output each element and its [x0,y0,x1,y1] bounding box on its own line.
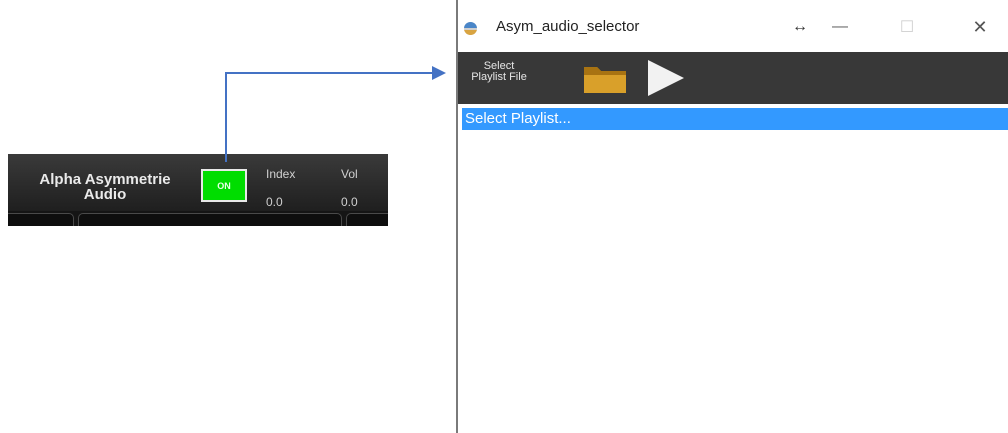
app-window: Asym_audio_selector ↔ — ☐ ✕ Select Playl… [456,0,1008,433]
resize-arrows-icon[interactable]: ↔ [783,12,817,42]
app-icon [464,22,477,35]
close-button[interactable]: ✕ [963,12,997,42]
window-title: Asym_audio_selector [496,18,640,35]
playlist-list[interactable]: Select Playlist... [462,108,1008,433]
arrowhead-icon [432,66,446,80]
list-item[interactable]: Select Playlist... [462,108,1008,130]
minimize-button[interactable]: — [823,12,857,42]
maximize-button[interactable]: ☐ [890,12,924,42]
connector-line [225,72,434,162]
toolbar: Select Playlist File [458,52,1008,104]
select-playlist-label-line2: Playlist File [471,71,527,83]
title-bar[interactable]: Asym_audio_selector ↔ — ☐ ✕ [458,0,1008,52]
play-icon[interactable] [646,59,686,97]
folder-icon[interactable] [582,61,628,95]
select-playlist-label[interactable]: Select Playlist File [464,61,534,83]
